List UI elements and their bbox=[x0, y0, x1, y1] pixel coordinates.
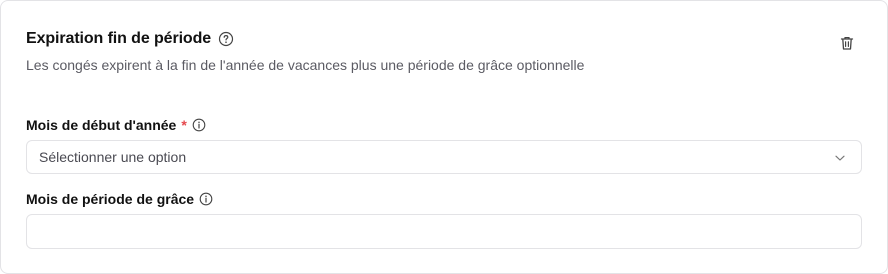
start-month-label-text: Mois de début d'année bbox=[26, 117, 177, 133]
grace-months-label-text: Mois de période de grâce bbox=[26, 191, 195, 207]
info-icon[interactable] bbox=[192, 118, 206, 132]
trash-icon bbox=[839, 35, 855, 56]
expiration-policy-card: Expiration fin de période Les congés exp… bbox=[0, 0, 888, 274]
chevron-down-icon bbox=[833, 151, 847, 165]
start-month-placeholder: Sélectionner une option bbox=[39, 149, 187, 165]
card-header: Expiration fin de période Les congés exp… bbox=[26, 28, 862, 73]
section-title: Expiration fin de période bbox=[26, 30, 212, 47]
grace-months-input[interactable] bbox=[26, 214, 862, 249]
start-month-label: Mois de début d'année * bbox=[26, 117, 206, 133]
title-row: Expiration fin de période bbox=[26, 28, 862, 50]
delete-button[interactable] bbox=[837, 35, 857, 55]
start-month-select[interactable]: Sélectionner une option bbox=[26, 140, 862, 174]
required-marker: * bbox=[181, 117, 187, 133]
info-icon[interactable] bbox=[199, 192, 213, 206]
section-description: Les congés expirent à la fin de l'année … bbox=[26, 57, 585, 73]
help-circle-icon[interactable] bbox=[218, 31, 234, 47]
grace-months-label: Mois de période de grâce bbox=[26, 191, 213, 207]
